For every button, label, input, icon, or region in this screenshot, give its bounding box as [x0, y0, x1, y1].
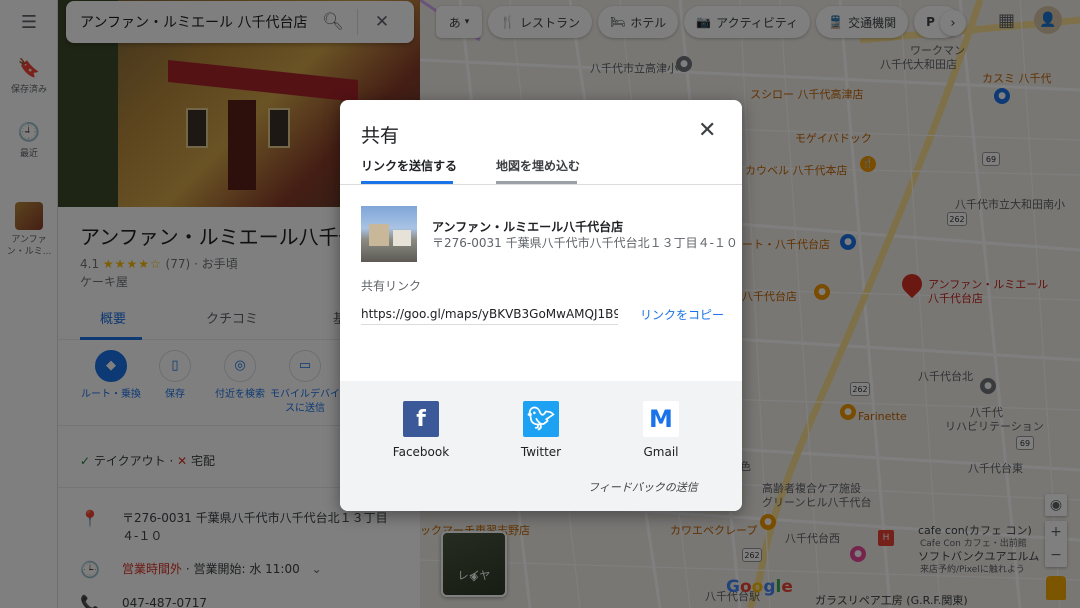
gmail-icon: M [643, 401, 679, 437]
share-link-field[interactable] [361, 303, 618, 325]
twitter-icon: 🐦︎ [523, 401, 559, 437]
send-feedback-link[interactable]: フィードバックの送信 [588, 479, 698, 495]
share-link-label: 共有リンク [361, 279, 422, 293]
share-targets: f Facebook 🐦︎ Twitter M Gmail フィードバックの送信 [340, 381, 742, 511]
place-thumbnail [361, 206, 417, 262]
close-icon[interactable]: ✕ [698, 118, 716, 143]
share-place-name: アンファン・ルミエール八千代台店 [432, 220, 624, 234]
share-gmail-button[interactable]: M Gmail [621, 401, 701, 459]
copy-link-button[interactable]: リンクをコピー [640, 306, 724, 323]
share-facebook-button[interactable]: f Facebook [381, 401, 461, 459]
dialog-title: 共有 [361, 125, 400, 147]
tab-embed-map[interactable]: 地図を埋め込む [496, 157, 580, 174]
share-dialog: 共有 ✕ リンクを送信する 地図を埋め込む アンファン・ルミエール八千代台店 〒… [340, 100, 742, 511]
share-twitter-button[interactable]: 🐦︎ Twitter [501, 401, 581, 459]
facebook-icon: f [403, 401, 439, 437]
share-place-address: 〒276-0031 千葉県八千代市八千代台北１３丁目４-１０ [432, 236, 738, 250]
tab-send-link[interactable]: リンクを送信する [361, 157, 457, 174]
